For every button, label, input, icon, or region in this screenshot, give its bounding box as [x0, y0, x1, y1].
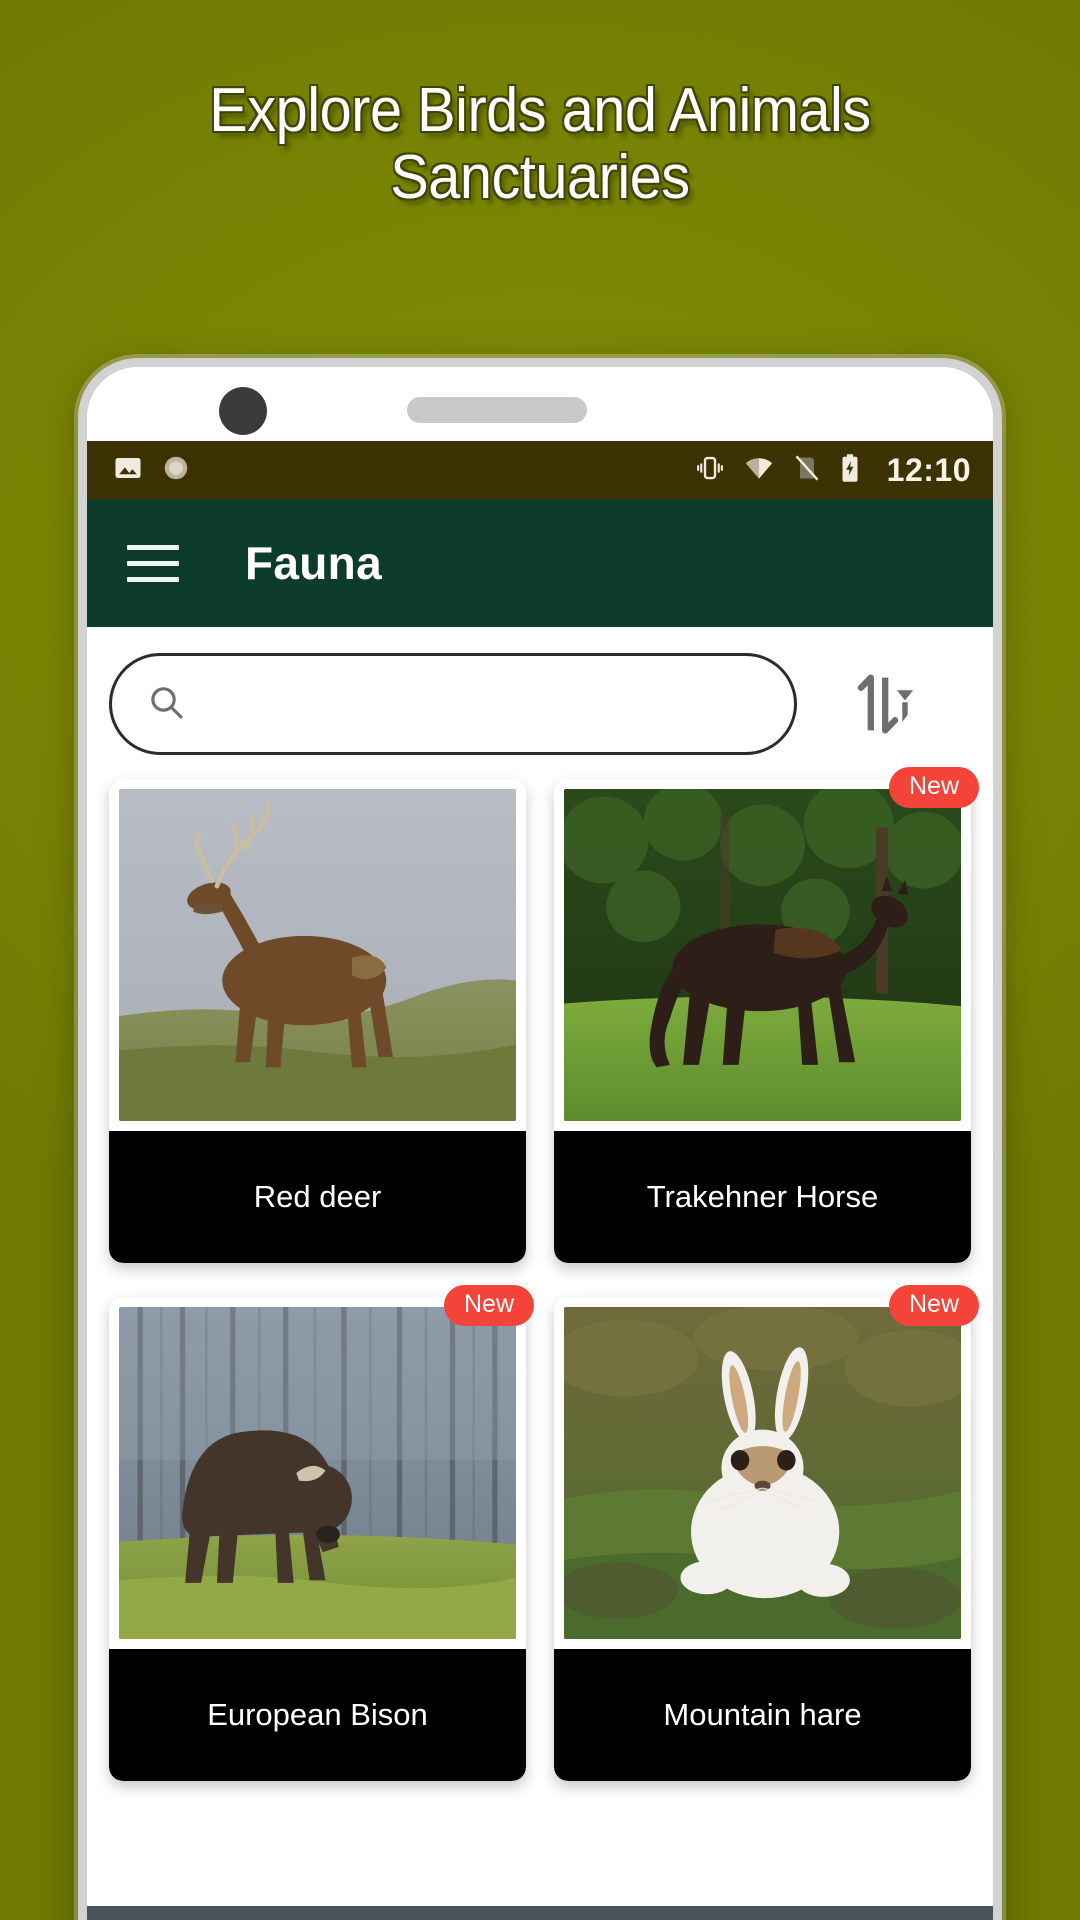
card-title: Red deer: [109, 1131, 526, 1263]
new-badge: New: [888, 767, 979, 808]
sun-brightness-icon: [161, 453, 191, 488]
hamburger-line: [127, 560, 179, 566]
app-bar: Fauna: [87, 499, 993, 627]
status-bar-left-icons: [113, 453, 191, 488]
animal-card[interactable]: New: [554, 1285, 979, 1781]
mountain-hare-photo: [564, 1307, 961, 1639]
new-badge: New: [443, 1285, 534, 1326]
card-title: Mountain hare: [554, 1649, 971, 1781]
card-inner: Mountain hare: [554, 1297, 971, 1781]
status-bar-right-icons: 12:10: [695, 452, 971, 489]
card-title: Trakehner Horse: [554, 1131, 971, 1263]
search-box[interactable]: [109, 653, 797, 755]
animal-card[interactable]: Red deer: [109, 779, 526, 1263]
earpiece-speaker: [407, 397, 587, 423]
european-bison-photo: [119, 1307, 516, 1639]
phone-bezel-top: [87, 367, 993, 441]
search-row: [87, 627, 993, 773]
search-input[interactable]: [208, 687, 760, 721]
card-inner: Trakehner Horse: [554, 779, 971, 1263]
image-icon: [113, 453, 143, 488]
status-bar: 12:10: [87, 441, 993, 499]
hamburger-menu-icon[interactable]: [127, 544, 179, 582]
front-camera-icon: [219, 387, 267, 435]
hamburger-line: [127, 544, 179, 550]
sort-arrows-icon[interactable]: [841, 661, 927, 747]
card-inner: European Bison: [109, 1297, 526, 1781]
page-headline: Explore Birds and Animals Sanctuaries: [209, 76, 871, 212]
battery-charging-icon: [839, 453, 861, 488]
red-deer-photo: [119, 789, 516, 1121]
animal-card-grid: Red deer New Trakehner Horse New Europea…: [87, 767, 993, 1781]
animal-card[interactable]: New: [554, 767, 979, 1263]
trakehner-horse-photo: [564, 789, 961, 1121]
new-badge: New: [888, 1285, 979, 1326]
app-bar-title: Fauna: [245, 537, 382, 589]
wifi-icon: [743, 453, 775, 488]
card-title: European Bison: [109, 1649, 526, 1781]
hamburger-line: [127, 576, 179, 582]
card-inner: Red deer: [109, 779, 526, 1263]
phone-mockup: 12:10 Fauna Red deer New Trakehner Horse…: [78, 358, 1002, 1920]
signal-off-icon: [793, 453, 821, 488]
status-bar-clock: 12:10: [886, 451, 971, 488]
search-icon: [146, 682, 186, 727]
bottom-navigation-bar: [87, 1906, 993, 1920]
vibrate-icon: [695, 453, 725, 488]
animal-card[interactable]: New: [109, 1285, 534, 1781]
